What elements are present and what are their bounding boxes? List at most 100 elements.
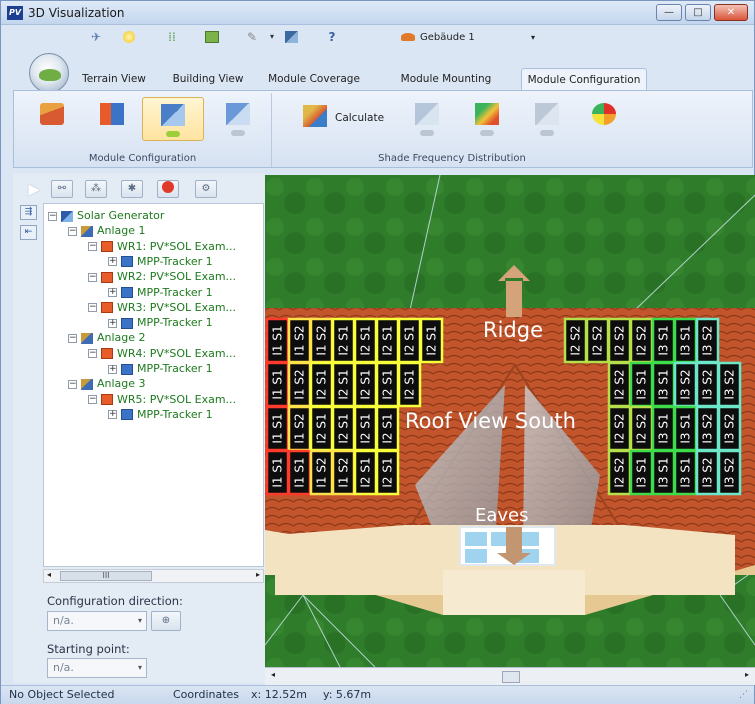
roof-configuration-button[interactable] bbox=[24, 97, 80, 141]
collapse-icon[interactable]: − bbox=[88, 395, 97, 405]
expand-icon[interactable]: + bbox=[108, 318, 117, 328]
tab-module-coverage[interactable]: Module Coverage bbox=[255, 68, 373, 90]
3d-scene[interactable]: I1 S1 I1 S1 I1 S1 I1 S1 I1 S2 I1 S2 I1 S2 I1 S1… bbox=[265, 175, 755, 667]
delete-tool-button[interactable] bbox=[157, 180, 179, 198]
tree-node-label: Anlage 3 bbox=[97, 377, 146, 391]
play-icon[interactable]: ▶ bbox=[23, 180, 45, 198]
minimize-button[interactable]: — bbox=[656, 4, 682, 21]
sun-icon[interactable] bbox=[123, 31, 135, 43]
app-icon: PV bbox=[7, 6, 23, 20]
inverter-icon bbox=[101, 348, 113, 360]
inactive-indicator bbox=[540, 130, 554, 136]
export-icon[interactable] bbox=[285, 31, 298, 43]
tree-node[interactable]: + MPP-Tracker 1 bbox=[108, 407, 213, 422]
collapse-all-icon[interactable]: ⇤ bbox=[20, 225, 37, 240]
collapse-icon[interactable]: − bbox=[48, 211, 57, 221]
tab-module-configuration[interactable]: Module Configuration bbox=[521, 68, 647, 90]
eaves-arrow-shaft bbox=[506, 527, 522, 555]
expand-all-icon[interactable]: ⇶ bbox=[20, 205, 37, 220]
collapse-icon[interactable]: − bbox=[88, 242, 97, 252]
tree-structure-icon[interactable]: ⁞⁞ bbox=[164, 30, 180, 44]
module-string-button[interactable] bbox=[142, 97, 204, 141]
expand-icon[interactable]: + bbox=[108, 364, 117, 374]
pencil-icon[interactable]: ✎ bbox=[244, 30, 260, 44]
module-string-label: I2 S1 bbox=[381, 413, 395, 443]
config-direction-select[interactable]: n/a. ▾ bbox=[47, 611, 147, 631]
tree-node[interactable]: − Anlage 1 bbox=[68, 223, 146, 238]
satellite-icon[interactable]: ✈ bbox=[88, 30, 104, 44]
collapse-icon[interactable]: − bbox=[68, 226, 77, 236]
connect-tool-button[interactable]: ⚯ bbox=[51, 180, 73, 198]
help-icon[interactable]: ? bbox=[324, 30, 340, 44]
module-string-label: I2 S1 bbox=[425, 325, 439, 355]
mpp-tracker-icon bbox=[121, 409, 133, 421]
tree-node-label: WR3: PV*SOL Exam... bbox=[117, 300, 237, 314]
tree-node[interactable]: + MPP-Tracker 1 bbox=[108, 285, 213, 300]
collapse-icon[interactable]: − bbox=[68, 333, 77, 343]
collapse-icon[interactable]: − bbox=[68, 379, 77, 389]
scroll-right-icon[interactable]: ▸ bbox=[256, 570, 260, 579]
close-button[interactable]: ✕ bbox=[714, 4, 748, 21]
chevron-down-icon: ▾ bbox=[531, 33, 536, 42]
tree-node[interactable]: − WR1: PV*SOL Exam... bbox=[88, 239, 236, 254]
module-numbering-button[interactable] bbox=[210, 97, 266, 141]
collapse-icon[interactable]: − bbox=[88, 272, 97, 282]
tree-node[interactable]: − WR4: PV*SOL Exam... bbox=[88, 346, 236, 361]
tree-horizontal-scrollbar[interactable]: ◂ III ▸ bbox=[43, 569, 264, 583]
inverter-assign-button[interactable] bbox=[84, 97, 140, 141]
shade-panel-button[interactable] bbox=[399, 97, 455, 141]
tree-node[interactable]: + MPP-Tracker 1 bbox=[108, 361, 213, 376]
tree-node[interactable]: + MPP-Tracker 1 bbox=[108, 254, 213, 269]
tree-node[interactable]: − Solar Generator bbox=[48, 208, 164, 223]
group-tool-button[interactable]: ⁂ bbox=[85, 180, 107, 198]
resize-grip-icon[interactable]: ⋰ bbox=[739, 686, 748, 704]
ribbon-tabs: Terrain View Building View Module Covera… bbox=[1, 68, 754, 90]
module-icon[interactable] bbox=[205, 31, 219, 43]
collapse-icon[interactable]: − bbox=[88, 349, 97, 359]
tree-node[interactable]: − WR3: PV*SOL Exam... bbox=[88, 300, 236, 315]
module-string-label: I1 S1 bbox=[271, 325, 285, 355]
shade-legend-button[interactable] bbox=[579, 97, 629, 141]
config-direction-apply-button[interactable]: ⊕ bbox=[151, 611, 181, 631]
module-string-label: I3 S1 bbox=[657, 325, 671, 355]
3d-viewport[interactable]: I1 S1 I1 S1 I1 S1 I1 S1 I1 S2 I1 S2 I1 S2 I1 S1… bbox=[265, 175, 755, 667]
tree-node[interactable]: + MPP-Tracker 1 bbox=[108, 315, 213, 330]
tab-terrain-view[interactable]: Terrain View bbox=[71, 68, 157, 90]
module-string-label: I2 S1 bbox=[359, 457, 373, 487]
scroll-left-icon[interactable]: ◂ bbox=[271, 670, 275, 679]
shade-map-button[interactable] bbox=[459, 97, 515, 141]
tree-node[interactable]: − WR2: PV*SOL Exam... bbox=[88, 269, 236, 284]
collapse-icon[interactable]: − bbox=[88, 303, 97, 313]
calculate-button[interactable]: Calculate bbox=[295, 97, 393, 141]
scroll-right-icon[interactable]: ▸ bbox=[745, 670, 749, 679]
building-icon bbox=[401, 33, 415, 41]
module-string-label: I2 S2 bbox=[613, 325, 627, 355]
tree-node-label: Anlage 1 bbox=[97, 224, 146, 238]
scroll-left-icon[interactable]: ◂ bbox=[47, 570, 51, 579]
mpp-tracker-icon bbox=[121, 363, 133, 375]
scrollbar-thumb[interactable] bbox=[502, 671, 520, 683]
tab-building-view[interactable]: Building View bbox=[161, 68, 255, 90]
tree-node[interactable]: − WR5: PV*SOL Exam... bbox=[88, 392, 236, 407]
tree-node-label: MPP-Tracker 1 bbox=[137, 407, 213, 421]
inverter-icon bbox=[101, 271, 113, 283]
tree-node[interactable]: − Anlage 2 bbox=[68, 330, 146, 345]
split-tool-button[interactable]: ✱ bbox=[121, 180, 143, 198]
expand-icon[interactable]: + bbox=[108, 257, 117, 267]
viewport-horizontal-scrollbar[interactable]: ◂ ▸ bbox=[265, 667, 755, 685]
module-string-label: I3 S1 bbox=[679, 325, 693, 355]
dropdown-arrow-icon[interactable]: ▾ bbox=[264, 30, 280, 44]
building-selector[interactable]: Gebäude 1 ▾ bbox=[401, 29, 546, 46]
settings-tool-button[interactable]: ⚙ bbox=[195, 180, 217, 198]
starting-point-select[interactable]: n/a. ▾ bbox=[47, 658, 147, 678]
mpp-tracker-icon bbox=[121, 317, 133, 329]
expand-icon[interactable]: + bbox=[108, 410, 117, 420]
scrollbar-thumb[interactable]: III bbox=[60, 571, 152, 581]
tab-module-mounting[interactable]: Module Mounting bbox=[387, 68, 505, 90]
expand-icon[interactable]: + bbox=[108, 288, 117, 297]
tree-node[interactable]: − Anlage 3 bbox=[68, 376, 146, 391]
inactive-indicator bbox=[231, 130, 245, 136]
shade-module-button[interactable] bbox=[519, 97, 575, 141]
maximize-button[interactable]: □ bbox=[685, 4, 711, 21]
module-string-label: I2 S1 bbox=[359, 413, 373, 443]
